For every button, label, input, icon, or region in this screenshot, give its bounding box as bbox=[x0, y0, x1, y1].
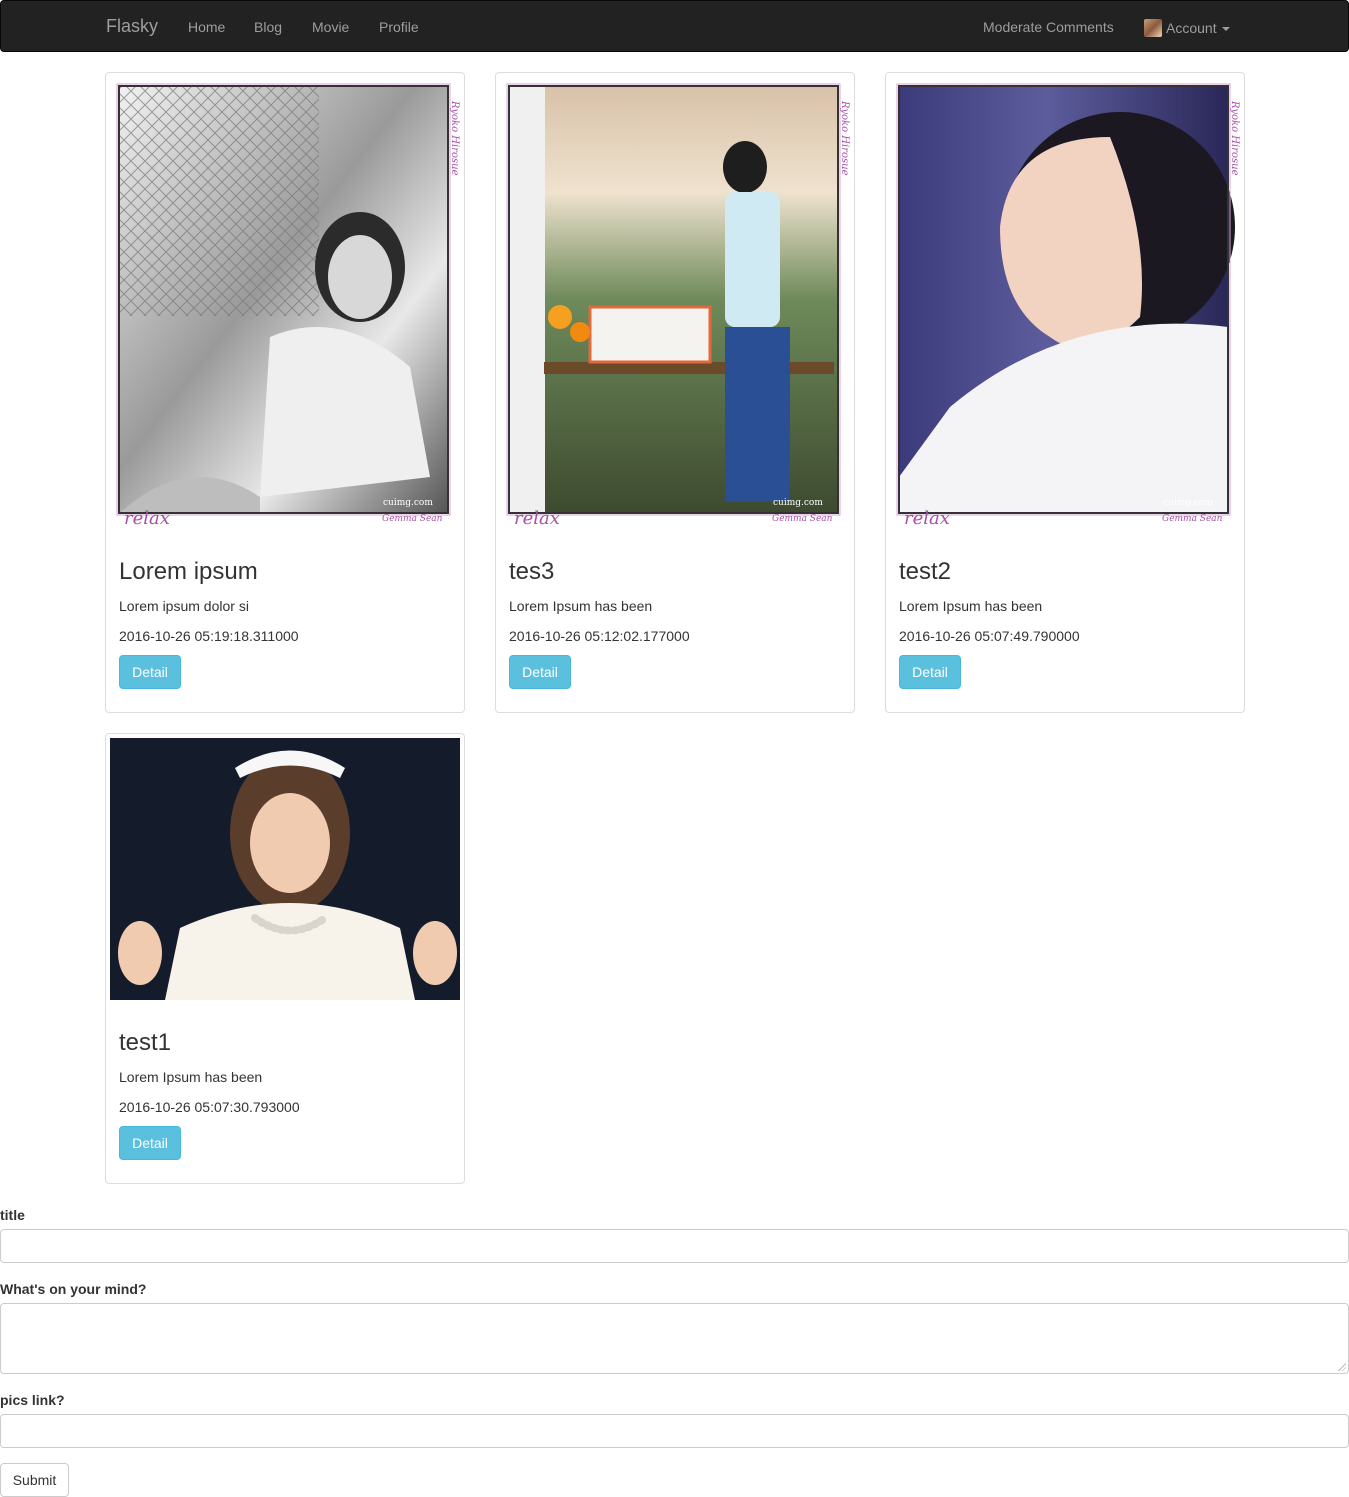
account-label: Account bbox=[1166, 20, 1217, 36]
svg-text:Ryoko Hirosue: Ryoko Hirosue bbox=[839, 100, 850, 176]
post-card: test1 Lorem Ipsum has been 2016-10-26 05… bbox=[105, 733, 465, 1184]
post-body: Lorem Ipsum has been bbox=[119, 1069, 263, 1085]
svg-text:Ryoko Hirosue: Ryoko Hirosue bbox=[449, 100, 460, 176]
body-label: What's on your mind? bbox=[0, 1281, 147, 1297]
body-textarea[interactable] bbox=[0, 1303, 1349, 1374]
post-image: relax Gemma Sean cuimg.com Ryoko Hirosue bbox=[890, 77, 1240, 529]
detail-button[interactable]: Detail bbox=[899, 655, 961, 689]
post-image: relax Gemma Sean cuimg.com Ryoko Hirosue bbox=[110, 77, 460, 529]
svg-text:relax: relax bbox=[124, 508, 170, 529]
photo-svg bbox=[110, 738, 460, 1000]
nav-link-home[interactable]: Home bbox=[188, 19, 225, 35]
photo-frame-svg: relax Gemma Sean cuimg.com Ryoko Hirosue bbox=[896, 83, 1240, 529]
photo-frame-svg: relax Gemma Sean cuimg.com Ryoko Hirosue bbox=[116, 83, 460, 529]
svg-text:Gemma Sean: Gemma Sean bbox=[772, 514, 833, 524]
post-body: Lorem Ipsum has been bbox=[509, 598, 653, 614]
svg-text:cuimg.com: cuimg.com bbox=[383, 498, 433, 508]
title-label: title bbox=[0, 1207, 25, 1223]
post-image bbox=[110, 738, 460, 1000]
svg-text:cuimg.com: cuimg.com bbox=[1163, 498, 1213, 508]
post-title: tes3 bbox=[509, 558, 555, 585]
photo-frame-svg: relax Gemma Sean cuimg.com Ryoko Hirosue bbox=[506, 83, 850, 529]
post-card: relax Gemma Sean cuimg.com Ryoko Hirosue… bbox=[105, 72, 465, 713]
account-dropdown[interactable]: Account bbox=[1144, 19, 1230, 37]
post-card: relax Gemma Sean cuimg.com Ryoko Hirosue… bbox=[495, 72, 855, 713]
svg-text:Ryoko Hirosue: Ryoko Hirosue bbox=[1229, 100, 1240, 176]
svg-text:Gemma Sean: Gemma Sean bbox=[382, 514, 443, 524]
post-timestamp: 2016-10-26 05:12:02.177000 bbox=[509, 628, 690, 644]
post-timestamp: 2016-10-26 05:07:49.790000 bbox=[899, 628, 1080, 644]
avatar bbox=[1144, 19, 1162, 37]
svg-text:Gemma Sean: Gemma Sean bbox=[1162, 514, 1223, 524]
post-timestamp: 2016-10-26 05:07:30.793000 bbox=[119, 1099, 300, 1115]
svg-text:cuimg.com: cuimg.com bbox=[773, 498, 823, 508]
post-card: relax Gemma Sean cuimg.com Ryoko Hirosue… bbox=[885, 72, 1245, 713]
nav-link-moderate-comments[interactable]: Moderate Comments bbox=[983, 19, 1114, 35]
post-body: Lorem ipsum dolor si bbox=[119, 598, 249, 614]
detail-button[interactable]: Detail bbox=[119, 1126, 181, 1160]
submit-button[interactable]: Submit bbox=[0, 1463, 69, 1497]
pic-link-label: pics link? bbox=[0, 1392, 65, 1408]
post-timestamp: 2016-10-26 05:19:18.311000 bbox=[119, 628, 299, 644]
nav-link-movie[interactable]: Movie bbox=[312, 19, 349, 35]
navbar: Flasky Home Blog Movie Profile Moderate … bbox=[0, 0, 1349, 52]
nav-link-blog[interactable]: Blog bbox=[254, 19, 282, 35]
brand-link[interactable]: Flasky bbox=[106, 16, 158, 37]
nav-link-profile[interactable]: Profile bbox=[379, 19, 419, 35]
pic-link-input[interactable] bbox=[0, 1414, 1349, 1448]
post-title: Lorem ipsum bbox=[119, 558, 258, 585]
body-textarea-wrapper bbox=[0, 1303, 1349, 1374]
svg-text:relax: relax bbox=[514, 508, 560, 529]
title-input[interactable] bbox=[0, 1229, 1349, 1263]
post-title: test1 bbox=[119, 1029, 172, 1056]
post-body: Lorem Ipsum has been bbox=[899, 598, 1043, 614]
caret-down-icon bbox=[1221, 27, 1230, 31]
post-image: relax Gemma Sean cuimg.com Ryoko Hirosue bbox=[500, 77, 850, 529]
resize-grip-icon[interactable] bbox=[1338, 1363, 1346, 1371]
detail-button[interactable]: Detail bbox=[119, 655, 181, 689]
post-title: test2 bbox=[899, 558, 952, 585]
svg-text:relax: relax bbox=[904, 508, 950, 529]
detail-button[interactable]: Detail bbox=[509, 655, 571, 689]
